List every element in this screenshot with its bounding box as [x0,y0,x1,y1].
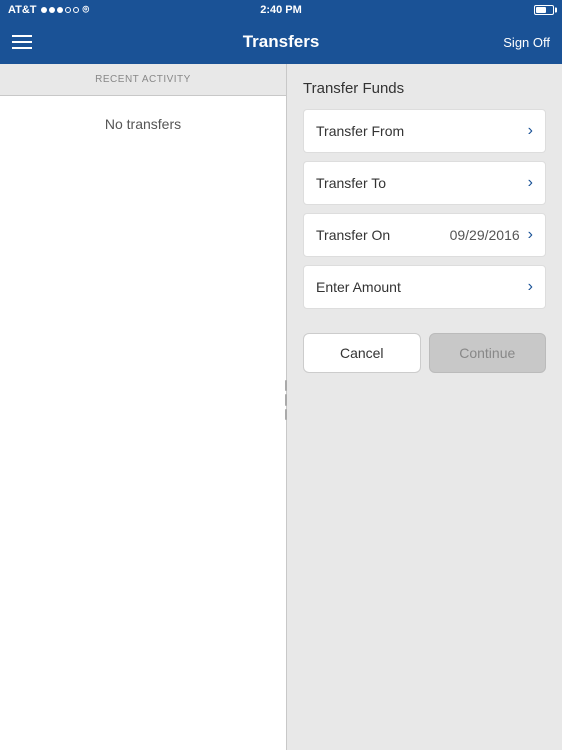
continue-button[interactable]: Continue [429,333,547,373]
transfer-on-label: Transfer On [316,227,390,243]
status-bar: AT&T ⌾ 2:40 PM [0,0,562,20]
action-buttons: Cancel Continue [303,333,546,373]
page-title: Transfers [243,32,320,52]
transfer-on-value: 09/29/2016 [450,227,520,243]
no-transfers-label: No transfers [105,116,181,132]
main-layout: RECENT ACTIVITY No transfers Transfer Fu… [0,64,562,750]
transfer-from-row[interactable]: Transfer From › [303,109,546,153]
transfer-on-row[interactable]: Transfer On 09/29/2016 › [303,213,546,257]
enter-amount-chevron-icon: › [528,278,533,296]
transfer-on-chevron-icon: › [528,226,533,244]
status-right [534,5,554,15]
enter-amount-row[interactable]: Enter Amount › [303,265,546,309]
transfer-to-right: › [528,174,533,192]
nav-bar: Transfers Sign Off [0,20,562,64]
transfer-from-label: Transfer From [316,123,404,139]
transfer-from-right: › [528,122,533,140]
cancel-button[interactable]: Cancel [303,333,421,373]
status-time: 2:40 PM [260,4,302,16]
hamburger-menu-button[interactable] [12,35,32,49]
transfer-to-label: Transfer To [316,175,386,191]
transfer-funds-title: Transfer Funds [303,80,546,97]
recent-activity-header: RECENT ACTIVITY [0,64,286,96]
sign-off-button[interactable]: Sign Off [503,35,550,50]
left-panel: RECENT ACTIVITY No transfers [0,64,287,750]
no-transfers-container: No transfers [0,96,286,750]
transfer-to-row[interactable]: Transfer To › [303,161,546,205]
recent-activity-label: RECENT ACTIVITY [95,74,191,85]
wifi-icon: ⌾ [83,4,90,17]
signal-icon [41,7,79,13]
status-left: AT&T ⌾ [8,4,89,17]
panel-drag-handle[interactable] [282,380,290,420]
transfer-on-right: 09/29/2016 › [450,226,533,244]
enter-amount-right: › [528,278,533,296]
transfer-from-chevron-icon: › [528,122,533,140]
right-panel: Transfer Funds Transfer From › Transfer … [287,64,562,750]
battery-icon [534,5,554,15]
transfer-to-chevron-icon: › [528,174,533,192]
enter-amount-label: Enter Amount [316,279,401,295]
carrier-label: AT&T [8,4,37,16]
